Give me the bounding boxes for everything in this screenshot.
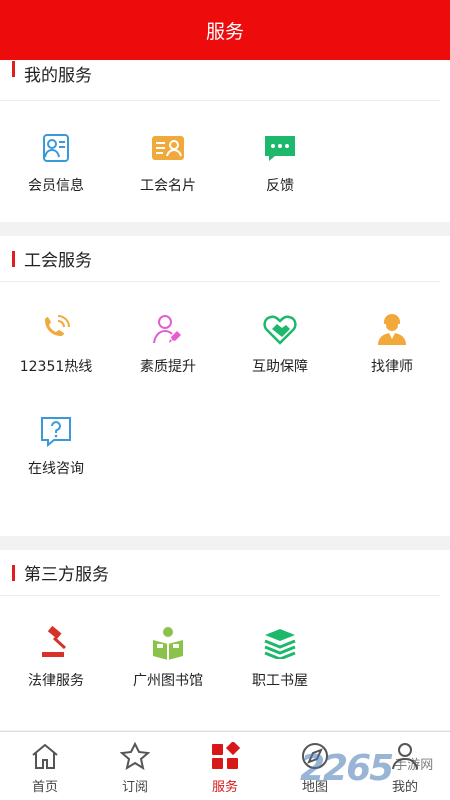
service-find-lawyer[interactable]: 找律师 <box>336 282 448 402</box>
service-label: 工会名片 <box>140 178 196 194</box>
lawyer-icon <box>375 312 409 346</box>
service-feedback[interactable]: 反馈 <box>224 101 336 221</box>
service-label: 找律师 <box>371 359 413 375</box>
tab-label: 地图 <box>301 780 328 795</box>
section-union-services: 工会服务 12351热线 素质提升 互助保障 找律师 在线咨询 <box>0 236 450 536</box>
tab-mine[interactable]: 我的 <box>360 732 450 800</box>
service-online-consult[interactable]: 在线咨询 <box>0 402 112 522</box>
section-title: 工会服务 <box>24 251 92 271</box>
service-member-info[interactable]: 会员信息 <box>0 101 112 221</box>
service-quality-improve[interactable]: 素质提升 <box>112 282 224 402</box>
app-header: 服务 <box>0 0 450 60</box>
section-title: 第三方服务 <box>24 565 109 585</box>
section-accent-bar <box>12 564 15 581</box>
section-header: 我的服务 <box>0 55 440 101</box>
services-grid-icon <box>209 740 241 772</box>
person-icon <box>389 740 421 772</box>
home-icon <box>29 740 61 772</box>
chat-bubble-icon <box>263 131 297 165</box>
service-label: 互助保障 <box>252 359 308 375</box>
service-label: 反馈 <box>266 178 294 194</box>
tab-label: 我的 <box>391 780 418 795</box>
gavel-icon <box>39 626 73 660</box>
star-icon <box>119 740 151 772</box>
service-business-card[interactable]: 工会名片 <box>112 101 224 221</box>
tab-label: 订阅 <box>121 780 148 795</box>
section-header: 第三方服务 <box>0 550 440 596</box>
business-card-icon <box>151 131 185 165</box>
service-guangzhou-library[interactable]: 广州图书馆 <box>112 596 224 716</box>
service-mutual-aid[interactable]: 互助保障 <box>224 282 336 402</box>
person-rocket-icon <box>151 312 185 346</box>
service-label: 法律服务 <box>28 673 84 689</box>
service-legal[interactable]: 法律服务 <box>0 596 112 716</box>
handshake-heart-icon <box>263 312 297 346</box>
section-accent-bar <box>12 61 15 77</box>
service-label: 在线咨询 <box>28 461 84 477</box>
page-title: 服务 <box>205 20 244 43</box>
service-label: 会员信息 <box>28 178 84 194</box>
member-card-icon <box>39 131 73 165</box>
service-hotline[interactable]: 12351热线 <box>0 282 112 402</box>
section-third-party-services: 第三方服务 法律服务 广州图书馆 职工书屋 <box>0 550 450 730</box>
bottom-tab-bar: 首页 订阅 服务 地图 我的 <box>0 731 450 800</box>
service-label: 广州图书馆 <box>133 673 203 689</box>
phone-icon <box>39 312 73 346</box>
question-icon <box>39 414 73 448</box>
compass-icon <box>299 740 331 772</box>
books-stack-icon <box>263 626 297 660</box>
service-label: 12351热线 <box>19 359 93 375</box>
tab-map[interactable]: 地图 <box>270 732 360 800</box>
section-accent-bar <box>12 250 15 267</box>
reading-person-icon <box>151 626 185 660</box>
tab-subscribe[interactable]: 订阅 <box>90 732 180 800</box>
tab-services[interactable]: 服务 <box>180 732 270 800</box>
service-worker-bookhouse[interactable]: 职工书屋 <box>224 596 336 716</box>
tab-home[interactable]: 首页 <box>0 732 90 800</box>
service-label: 素质提升 <box>140 359 196 375</box>
tab-label: 首页 <box>31 780 58 795</box>
tab-label: 服务 <box>211 780 238 795</box>
section-title: 我的服务 <box>24 66 92 86</box>
section-my-services: 我的服务 会员信息 工会名片 反馈 <box>0 55 450 222</box>
section-header: 工会服务 <box>0 236 440 282</box>
service-label: 职工书屋 <box>252 673 308 689</box>
